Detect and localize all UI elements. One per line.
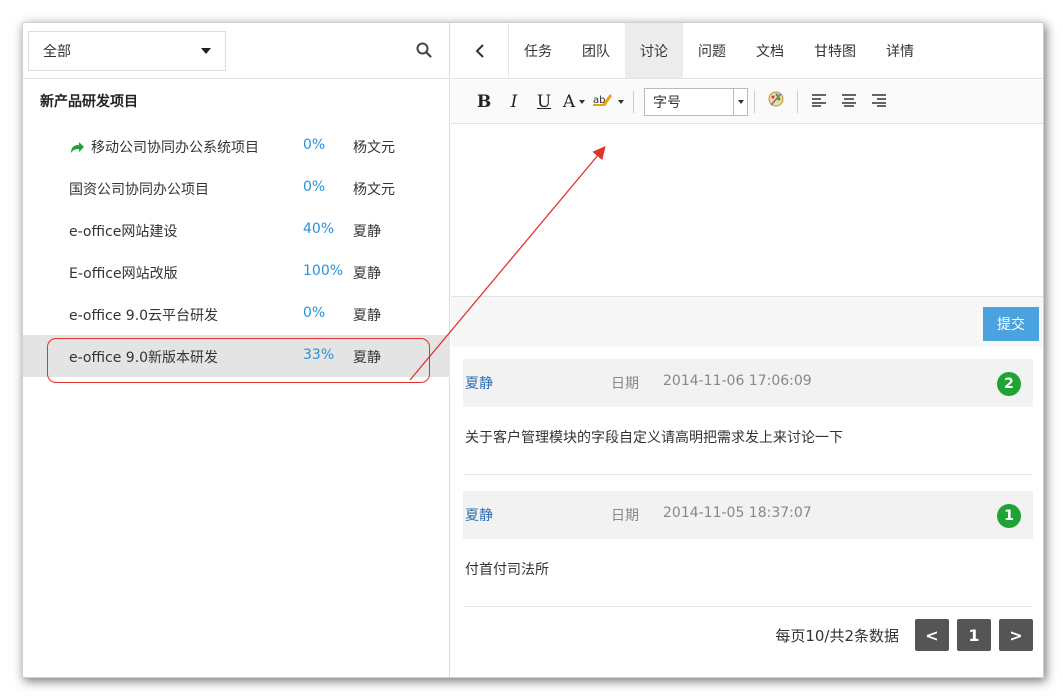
- comment-header: 夏静 日期 2014-11-05 18:37:07 1: [463, 491, 1033, 539]
- font-size-select[interactable]: 字号: [644, 87, 748, 116]
- submit-bar: 提交: [451, 297, 1043, 347]
- project-row[interactable]: E-office网站改版 100% 夏静: [23, 251, 450, 293]
- font-size-dropdown-button: [733, 88, 747, 115]
- app-window: 全部 新产品研发项目 移动公司协同办公系统项目 0% 杨文元 国资公司协同办公项…: [22, 22, 1044, 678]
- comment-author[interactable]: 夏静: [465, 505, 493, 525]
- font-color-label: A: [562, 91, 576, 112]
- align-left-button[interactable]: [804, 92, 834, 112]
- comment-date: 2014-11-05 18:37:07: [663, 505, 812, 521]
- chevron-down-icon: [201, 48, 211, 54]
- editor-toolbar: B I U A ab 字号: [451, 80, 1043, 124]
- comment-author[interactable]: 夏静: [465, 373, 493, 393]
- project-owner: 夏静: [353, 266, 381, 282]
- project-percent: 0%: [303, 305, 326, 321]
- project-sidebar: 全部 新产品研发项目 移动公司协同办公系统项目 0% 杨文元 国资公司协同办公项…: [23, 23, 450, 677]
- comment-number-badge: 2: [997, 372, 1021, 396]
- next-page-button[interactable]: >: [999, 619, 1033, 651]
- project-name: 移动公司协同办公系统项目: [69, 137, 259, 157]
- toolbar-divider: [754, 90, 755, 113]
- chevron-down-icon: [579, 99, 586, 104]
- page-1-button[interactable]: 1: [957, 619, 991, 651]
- tab-gantt[interactable]: 甘特图: [799, 23, 871, 78]
- submit-button[interactable]: 提交: [983, 307, 1039, 341]
- project-name: e-office网站建设: [69, 224, 178, 240]
- project-percent: 40%: [303, 221, 335, 237]
- project-list: 移动公司协同办公系统项目 0% 杨文元 国资公司协同办公项目 0% 杨文元 e-…: [23, 125, 450, 377]
- project-percent: 0%: [303, 179, 326, 195]
- toolbar-divider: [797, 90, 798, 113]
- underline-button[interactable]: U: [529, 92, 559, 112]
- project-owner: 杨文元: [353, 140, 395, 156]
- project-owner: 夏静: [353, 224, 381, 240]
- format-painter-button[interactable]: [761, 90, 791, 113]
- align-right-icon: [872, 93, 886, 107]
- project-name: 国资公司协同办公项目: [69, 182, 209, 198]
- tab-team[interactable]: 团队: [567, 23, 625, 78]
- comment-text: 付首付司法所: [463, 539, 1033, 607]
- tab-tasks[interactable]: 任务: [509, 23, 567, 78]
- chevron-left-icon: [475, 43, 484, 58]
- tab-discussion[interactable]: 讨论: [625, 23, 683, 78]
- comment-header: 夏静 日期 2014-11-06 17:06:09 2: [463, 359, 1033, 407]
- project-name-text: 移动公司协同办公系统项目: [91, 140, 259, 156]
- project-percent: 33%: [303, 347, 335, 363]
- comment-item: 夏静 日期 2014-11-06 17:06:09 2 关于客户管理模块的字段自…: [463, 359, 1033, 475]
- comment-date: 2014-11-06 17:06:09: [663, 373, 812, 389]
- project-name: E-office网站改版: [69, 266, 178, 282]
- scope-dropdown-value: 全部: [43, 44, 71, 60]
- project-group-title: 新产品研发项目: [40, 94, 138, 110]
- project-name: e-office 9.0云平台研发: [69, 308, 219, 324]
- bold-button[interactable]: B: [469, 92, 499, 112]
- comment-date-label: 日期: [611, 508, 639, 524]
- project-owner: 夏静: [353, 350, 381, 366]
- font-color-button[interactable]: A: [559, 92, 589, 112]
- project-percent: 0%: [303, 137, 326, 153]
- align-left-icon: [812, 93, 826, 107]
- project-name: e-office 9.0新版本研发: [69, 350, 219, 366]
- project-row[interactable]: 移动公司协同办公系统项目 0% 杨文元: [23, 125, 450, 167]
- chevron-down-icon: [737, 99, 744, 104]
- sidebar-header: 全部: [23, 23, 450, 79]
- project-percent: 100%: [303, 263, 344, 279]
- share-arrow-icon: [71, 142, 84, 153]
- highlight-color-button[interactable]: ab: [589, 91, 627, 112]
- tab-documents[interactable]: 文档: [741, 23, 799, 78]
- project-owner: 杨文元: [353, 182, 395, 198]
- project-detail-pane: 任务 团队 讨论 问题 文档 甘特图 详情 B I U A ab 字号 提交 夏…: [451, 23, 1043, 677]
- align-center-button[interactable]: [834, 92, 864, 112]
- italic-button[interactable]: I: [499, 92, 529, 112]
- tab-bar: 任务 团队 讨论 问题 文档 甘特图 详情: [451, 23, 1043, 79]
- pagination: 每页10/共2条数据 < 1 >: [775, 619, 1033, 651]
- comment-date-label: 日期: [611, 376, 639, 392]
- back-button[interactable]: [451, 23, 509, 78]
- project-row[interactable]: e-office网站建设 40% 夏静: [23, 209, 450, 251]
- toolbar-divider: [633, 90, 634, 113]
- project-row[interactable]: 国资公司协同办公项目 0% 杨文元: [23, 167, 450, 209]
- comment-number-badge: 1: [997, 504, 1021, 528]
- search-icon[interactable]: [415, 41, 433, 59]
- highlighter-icon: ab: [593, 94, 613, 106]
- comment-item: 夏静 日期 2014-11-05 18:37:07 1 付首付司法所: [463, 491, 1033, 607]
- pagination-info: 每页10/共2条数据: [775, 626, 899, 645]
- project-row-selected[interactable]: e-office 9.0新版本研发 33% 夏静: [23, 335, 450, 377]
- align-center-icon: [842, 93, 856, 107]
- project-row[interactable]: e-office 9.0云平台研发 0% 夏静: [23, 293, 450, 335]
- align-right-button[interactable]: [864, 92, 894, 112]
- scope-dropdown[interactable]: 全部: [28, 31, 226, 71]
- discussion-editor[interactable]: [451, 125, 1043, 297]
- tab-details[interactable]: 详情: [871, 23, 929, 78]
- prev-page-button[interactable]: <: [915, 619, 949, 651]
- chevron-down-icon: [617, 100, 624, 104]
- paint-palette-icon: [768, 91, 784, 107]
- comment-text: 关于客户管理模块的字段自定义请高明把需求发上来讨论一下: [463, 407, 1033, 475]
- project-owner: 夏静: [353, 308, 381, 324]
- tab-issues[interactable]: 问题: [683, 23, 741, 78]
